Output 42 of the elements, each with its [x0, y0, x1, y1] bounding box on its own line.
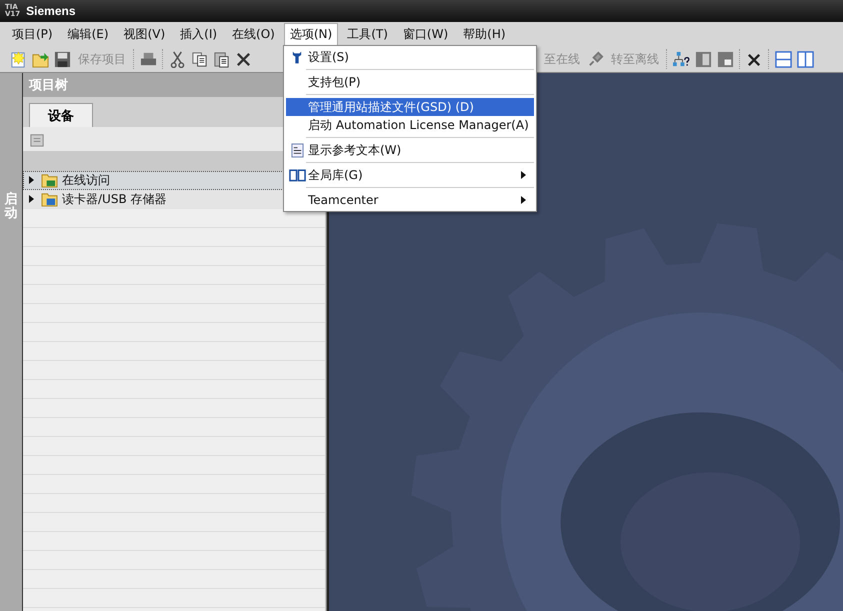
new-project-icon[interactable] [10, 50, 27, 68]
folder-icon [41, 192, 58, 206]
menu-item[interactable]: 编辑(E) [62, 22, 115, 46]
horizontal-split-icon[interactable] [775, 50, 792, 68]
tree-item-label: 在线访问 [62, 172, 110, 188]
menu-item[interactable]: 项目(P) [6, 22, 59, 46]
folder-icon [41, 172, 58, 188]
printer-icon[interactable] [140, 50, 157, 68]
menu-item[interactable]: 在线(O) [226, 22, 281, 46]
menu-option[interactable]: 支持包(P) [286, 73, 534, 91]
menu-option[interactable]: 显示参考文本(W) [286, 141, 534, 159]
menu-item[interactable]: 工具(T) [341, 22, 394, 46]
copy-icon[interactable] [191, 50, 208, 68]
scissors-icon[interactable] [169, 50, 186, 68]
menu-option[interactable]: 启动 Automation License Manager(A) [286, 116, 534, 134]
tree-item-label: 读卡器/USB 存储器 [62, 190, 166, 208]
vertical-split-icon[interactable] [797, 50, 814, 68]
menu-item[interactable]: 插入(I) [174, 22, 224, 46]
menu-item[interactable]: 选项(N) [284, 22, 338, 46]
menu-item[interactable]: 窗口(W) [396, 22, 454, 46]
open-folder-icon[interactable] [32, 50, 49, 68]
network-help-icon[interactable] [673, 50, 690, 68]
menu-option[interactable]: 管理通用站描述文件(GSD) (D) [286, 98, 534, 116]
menu-item[interactable]: 视图(V) [118, 22, 172, 46]
expand-arrow-icon[interactable] [29, 176, 34, 184]
menu-item[interactable]: 帮助(H) [457, 22, 512, 46]
window-title: Siemens [26, 4, 76, 18]
expand-arrow-icon[interactable] [29, 195, 34, 203]
panel-title: 项目树 [29, 77, 68, 94]
plug-icon[interactable] [587, 50, 604, 68]
save-icon[interactable] [54, 50, 71, 68]
paste-icon[interactable] [213, 50, 230, 68]
delete-icon[interactable] [235, 50, 252, 68]
document-icon [290, 142, 304, 158]
book-icon [288, 168, 306, 182]
menu-option[interactable]: 设置(S) [286, 48, 534, 66]
split-panel-icon[interactable] [717, 50, 734, 68]
panel-tab[interactable]: 设备 [29, 103, 93, 127]
split-panel-icon[interactable] [695, 50, 712, 68]
wrench-icon [292, 50, 302, 64]
submenu-arrow-icon [521, 171, 526, 179]
submenu-arrow-icon [521, 196, 526, 204]
